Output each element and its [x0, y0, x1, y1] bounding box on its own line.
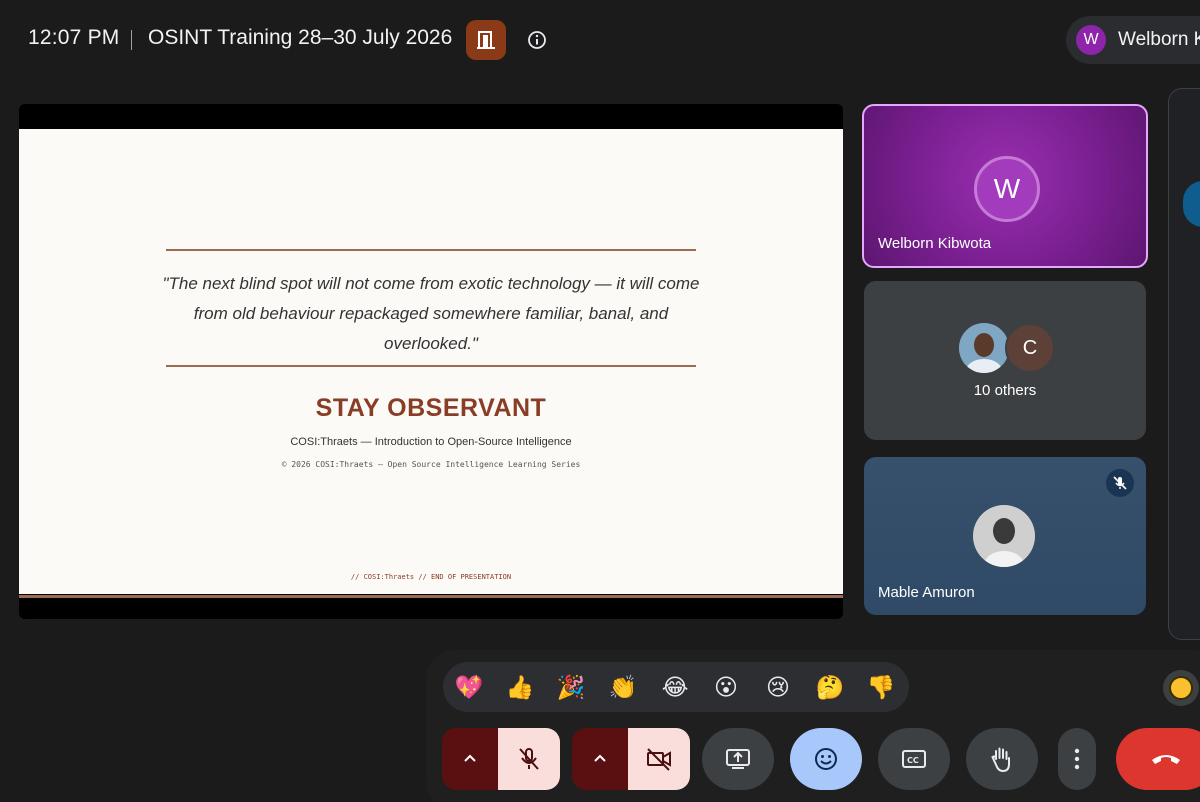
reaction-party[interactable]: 🎉 [556, 672, 586, 702]
slide-copyright: © 2026 COSI:Thraets — Open Source Intell… [281, 460, 581, 469]
reactions-button[interactable] [790, 728, 862, 790]
others-count: 10 others [973, 382, 1037, 399]
emoji-icon [813, 746, 839, 772]
account-name: Welborn K [1118, 29, 1200, 50]
reaction-thinking[interactable]: 🤔 [815, 672, 845, 702]
presentation-stage[interactable]: "The next blind spot will not come from … [19, 104, 843, 619]
reaction-sparkling-heart[interactable]: 💖 [454, 672, 484, 702]
camera-off-icon [645, 746, 673, 772]
captions-button[interactable]: CC [878, 728, 950, 790]
slide-heading: STAY OBSERVANT [315, 394, 547, 422]
account-avatar: W [1076, 25, 1106, 55]
reaction-thumbs-down[interactable]: 👎 [866, 672, 896, 702]
clock-time: 12:07 PM [28, 26, 120, 49]
raise-hand-button[interactable] [966, 728, 1038, 790]
present-screen-button[interactable] [702, 728, 774, 790]
end-call-icon [1150, 751, 1182, 767]
door-icon [476, 30, 496, 50]
skin-tone-swatch [1169, 676, 1193, 700]
slide-bottom-rule [166, 365, 696, 367]
slide-quote: "The next blind spot will not come from … [162, 274, 700, 353]
participant-avatar [973, 505, 1035, 567]
meeting-info-button[interactable] [525, 28, 549, 52]
self-avatar: W [974, 156, 1040, 222]
reaction-bar: 💖 👍 🎉 👏 😂 😮 😢 🤔 👎 [443, 662, 909, 712]
more-options-button[interactable] [1058, 728, 1096, 790]
self-tile[interactable]: W Welborn Kibwota [862, 104, 1148, 268]
raise-hand-icon [989, 745, 1015, 773]
chevron-up-icon [462, 751, 478, 767]
slide-subtitle: COSI:Thraets — Introduction to Open-Sour… [290, 436, 572, 448]
presentation-slide: "The next blind spot will not come from … [19, 129, 843, 598]
mic-off-icon [1112, 475, 1128, 491]
mic-control-group [442, 728, 560, 790]
muted-badge [1106, 469, 1134, 497]
side-panel-avatar [1183, 181, 1200, 227]
info-icon [527, 30, 547, 50]
slide-footer: // COSI:Thraets // END OF PRESENTATION [350, 573, 512, 581]
header-divider [131, 30, 132, 50]
participant-tile[interactable]: Mable Amuron [864, 457, 1146, 615]
participant-tile-name: Mable Amuron [878, 584, 975, 601]
slide-top-rule [166, 249, 696, 251]
mic-toggle-button[interactable] [498, 728, 560, 790]
mic-options-button[interactable] [442, 728, 498, 790]
svg-text:CC: CC [907, 756, 919, 765]
end-call-button[interactable] [1116, 728, 1200, 790]
side-panel[interactable] [1168, 88, 1200, 640]
others-tile[interactable]: C 10 others [864, 281, 1146, 440]
slide-bottom-line [19, 595, 843, 598]
more-vert-icon [1074, 748, 1080, 770]
mic-off-icon [516, 746, 542, 772]
meeting-title: OSINT Training 28–30 July 2026 [148, 26, 453, 49]
camera-control-group [572, 728, 690, 790]
participant-photo-avatar [959, 323, 1009, 373]
captions-icon: CC [901, 748, 927, 770]
account-chip[interactable]: W Welborn K [1066, 16, 1200, 64]
camera-toggle-button[interactable] [628, 728, 690, 790]
camera-options-button[interactable] [572, 728, 628, 790]
reaction-thumbs-up[interactable]: 👍 [505, 672, 535, 702]
self-tile-name: Welborn Kibwota [878, 235, 992, 252]
reaction-laugh[interactable]: 😂 [660, 672, 690, 702]
door-button[interactable] [466, 20, 506, 60]
skin-tone-button[interactable] [1163, 670, 1199, 706]
present-screen-icon [725, 747, 751, 771]
chevron-up-icon [592, 751, 608, 767]
top-bar: 12:07 PM OSINT Training 28–30 July 2026 [0, 0, 1200, 80]
reaction-clap[interactable]: 👏 [608, 672, 638, 702]
participant-initial-avatar: C [1005, 323, 1055, 373]
reaction-surprised[interactable]: 😮 [711, 672, 741, 702]
meet-window: 12:07 PM OSINT Training 28–30 July 2026 [0, 0, 1200, 802]
reaction-cry[interactable]: 😢 [763, 672, 793, 702]
